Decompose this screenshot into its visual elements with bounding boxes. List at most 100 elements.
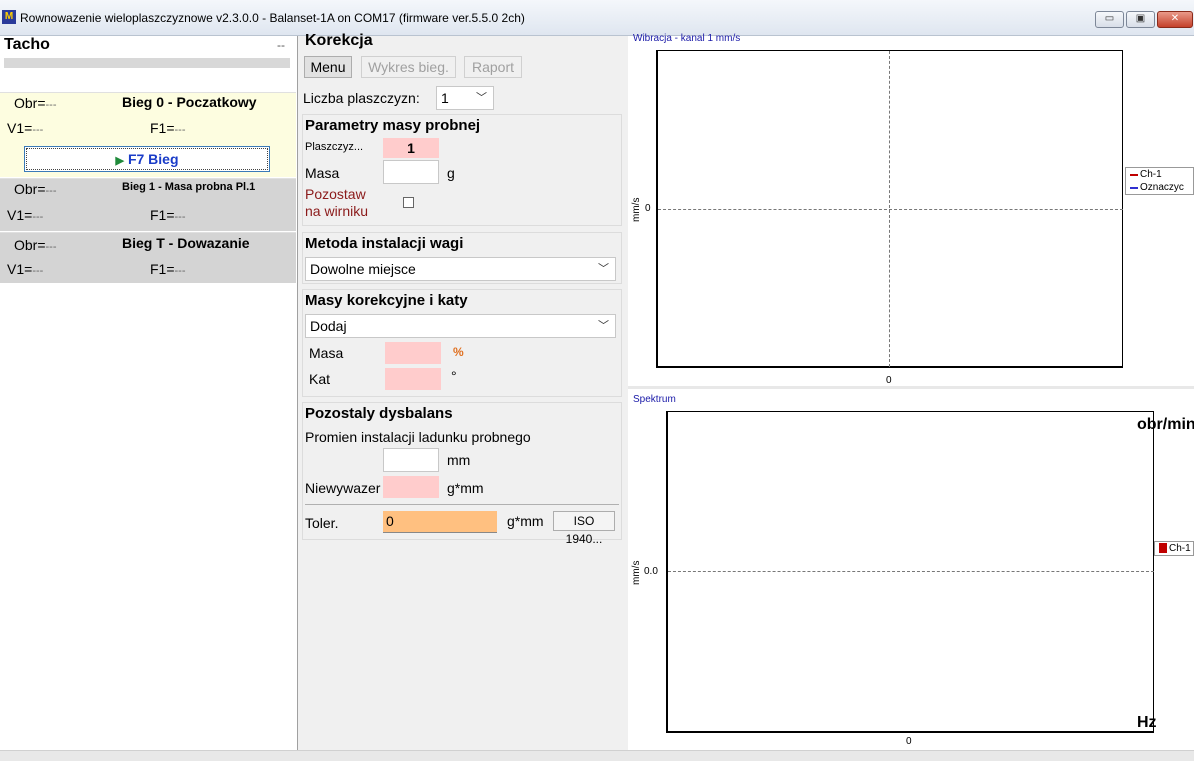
toler-label: Toler. — [305, 515, 339, 531]
correction-masa-value — [385, 342, 441, 364]
correction-masa-unit: % — [453, 345, 464, 359]
v1-value: --- — [32, 124, 44, 136]
v1-value: --- — [32, 265, 44, 277]
tacho-title: Tacho — [4, 36, 50, 53]
app-logo-icon: M — [2, 10, 16, 24]
marker-swatch — [1130, 187, 1138, 189]
vibration-chart-title: Wibracja - kanal 1 mm/s — [633, 33, 741, 44]
run-1-title: Bieg 1 - Masa probna Pl.1 — [122, 181, 256, 193]
trial-mass-title: Parametry masy probnej — [305, 117, 481, 134]
run-0-f1: F1=--- — [150, 120, 186, 136]
obr-label: Obr= — [14, 95, 46, 111]
chart-splitter[interactable] — [628, 386, 1194, 389]
pozostaw-checkbox[interactable] — [403, 197, 414, 208]
plaszczyzna-label: Plaszczyz... — [305, 141, 364, 153]
tacho-progress-bar — [4, 58, 290, 68]
pozostaw-label-2: na wirniku — [305, 203, 369, 219]
spectrum-y-tick: 0.0 — [644, 566, 658, 577]
obr-value: --- — [45, 241, 57, 253]
v1-label: V1= — [7, 207, 33, 223]
kat-label: Kat — [309, 371, 331, 387]
run-t-v1: V1=--- — [7, 261, 43, 277]
vibration-x-tick: 0 — [886, 375, 892, 386]
window-titlebar: M Rownowazenie wieloplaszczyznowe v2.3.0… — [0, 0, 1194, 36]
trial-mass-group: Parametry masy probnej Plaszczyz... 1 Ma… — [302, 114, 622, 226]
niewywazenie-value — [383, 476, 439, 498]
raport-button[interactable]: Raport — [464, 56, 522, 78]
menu-button[interactable]: Menu — [304, 56, 352, 78]
f1-label: F1= — [150, 261, 175, 277]
vibration-zero-line — [658, 209, 1123, 210]
charts-area: Wibracja - kanal 1 mm/s 0 0 mm/s Ch-1 Oz… — [628, 33, 1194, 750]
run-0-title: Bieg 0 - Poczatkowy — [122, 94, 257, 110]
vibration-y-tick: 0 — [645, 203, 651, 214]
method-select[interactable]: Dowolne miejsce ﹀ — [305, 257, 616, 281]
kat-unit: ° — [451, 368, 457, 384]
run-0-panel: Obr=--- Bieg 0 - Poczatkowy V1=--- F1=--… — [0, 92, 296, 177]
spectrum-ylabel: mm/s — [631, 560, 642, 585]
run-t-title: Bieg T - Dowazanie — [122, 235, 250, 251]
spectrum-x-tick: 0 — [906, 736, 912, 747]
vibration-plot[interactable] — [656, 50, 1123, 368]
toler-input[interactable]: 0 — [383, 511, 497, 533]
v1-value: --- — [32, 211, 44, 223]
promien-unit: mm — [447, 452, 471, 468]
f1-value: --- — [174, 265, 186, 277]
wykres-button[interactable]: Wykres bieg. — [361, 56, 456, 78]
run-t-panel[interactable]: Obr=--- Bieg T - Dowazanie V1=--- F1=--- — [0, 232, 296, 283]
spectrum-zero-line — [668, 571, 1154, 572]
legend-ch1: Ch-1 — [1126, 168, 1193, 181]
niewywazenie-label: Niewywazer — [305, 480, 381, 496]
iso-button[interactable]: ISO 1940... — [553, 511, 615, 546]
obr-value: --- — [45, 99, 57, 111]
method-title: Metoda instalacji wagi — [305, 235, 464, 252]
correction-mode-select[interactable]: Dodaj ﹀ — [305, 314, 616, 338]
promien-label: Promien instalacji ladunku probnego — [305, 429, 531, 445]
window-title: Rownowazenie wieloplaszczyznowe v2.3.0.0… — [20, 11, 525, 25]
trial-masa-label: Masa — [305, 165, 340, 181]
minimize-button[interactable]: ▭ — [1095, 11, 1124, 28]
liczba-value: 1 — [441, 90, 449, 106]
plaszczyzna-value[interactable]: 1 — [383, 138, 439, 158]
kat-value — [385, 368, 441, 390]
status-bar — [0, 750, 1194, 761]
correction-panel: Korekcja Menu Wykres bieg. Raport Liczba… — [298, 32, 628, 750]
niewywazenie-unit: g*mm — [447, 480, 484, 496]
run-1-panel[interactable]: Obr=--- Bieg 1 - Masa probna Pl.1 V1=---… — [0, 178, 296, 231]
pozostaw-label-1: Pozostaw — [305, 186, 366, 202]
correction-weights-group: Masy korekcyjne i katy Dodaj ﹀ Masa % Kat… — [302, 289, 622, 397]
run-t-f1: F1=--- — [150, 261, 186, 277]
close-button[interactable]: ✕ — [1157, 11, 1193, 28]
ch1-swatch — [1130, 174, 1138, 176]
run-0-v1: V1=--- — [7, 120, 43, 136]
f1-label: F1= — [150, 207, 175, 223]
f7-run-button[interactable]: ▶ F7 Bieg — [24, 146, 270, 172]
spectrum-plot[interactable] — [666, 411, 1154, 733]
divider — [305, 504, 619, 505]
f1-value: --- — [174, 211, 186, 223]
f7-run-label: F7 Bieg — [127, 151, 179, 167]
v1-label: V1= — [7, 120, 33, 136]
correction-weights-title: Masy korekcyjne i katy — [305, 292, 468, 309]
runs-panel: Tacho -- Obr=--- Bieg 0 - Poczatkowy V1=… — [0, 36, 298, 750]
chevron-down-icon: ﹀ — [598, 320, 609, 332]
chevron-down-icon: ﹀ — [476, 92, 487, 104]
residual-unbalance-group: Pozostaly dysbalans Promien instalacji l… — [302, 402, 622, 546]
liczba-select[interactable]: 1 ﹀ — [436, 86, 494, 110]
residual-title: Pozostaly dysbalans — [305, 405, 453, 422]
legend-ch1: Ch-1 — [1155, 542, 1193, 555]
legend-marker: Oznaczyc — [1126, 181, 1193, 194]
trial-masa-input[interactable] — [383, 160, 439, 184]
vibration-center-line — [889, 51, 890, 367]
correction-mode-selected: Dodaj — [310, 318, 347, 334]
chevron-down-icon: ﹀ — [598, 263, 609, 275]
maximize-button[interactable]: ▣ — [1126, 11, 1155, 28]
liczba-label: Liczba plaszczyzn: — [303, 90, 420, 106]
legend-ch1-label: Ch-1 — [1140, 169, 1162, 180]
run-1-f1: F1=--- — [150, 207, 186, 223]
obr-value: --- — [45, 185, 57, 197]
promien-input[interactable] — [383, 448, 439, 472]
ch1-swatch — [1159, 543, 1167, 553]
spectrum-unit-bottom: Hz — [1137, 714, 1157, 731]
run-t-obr: Obr=--- — [14, 237, 57, 253]
